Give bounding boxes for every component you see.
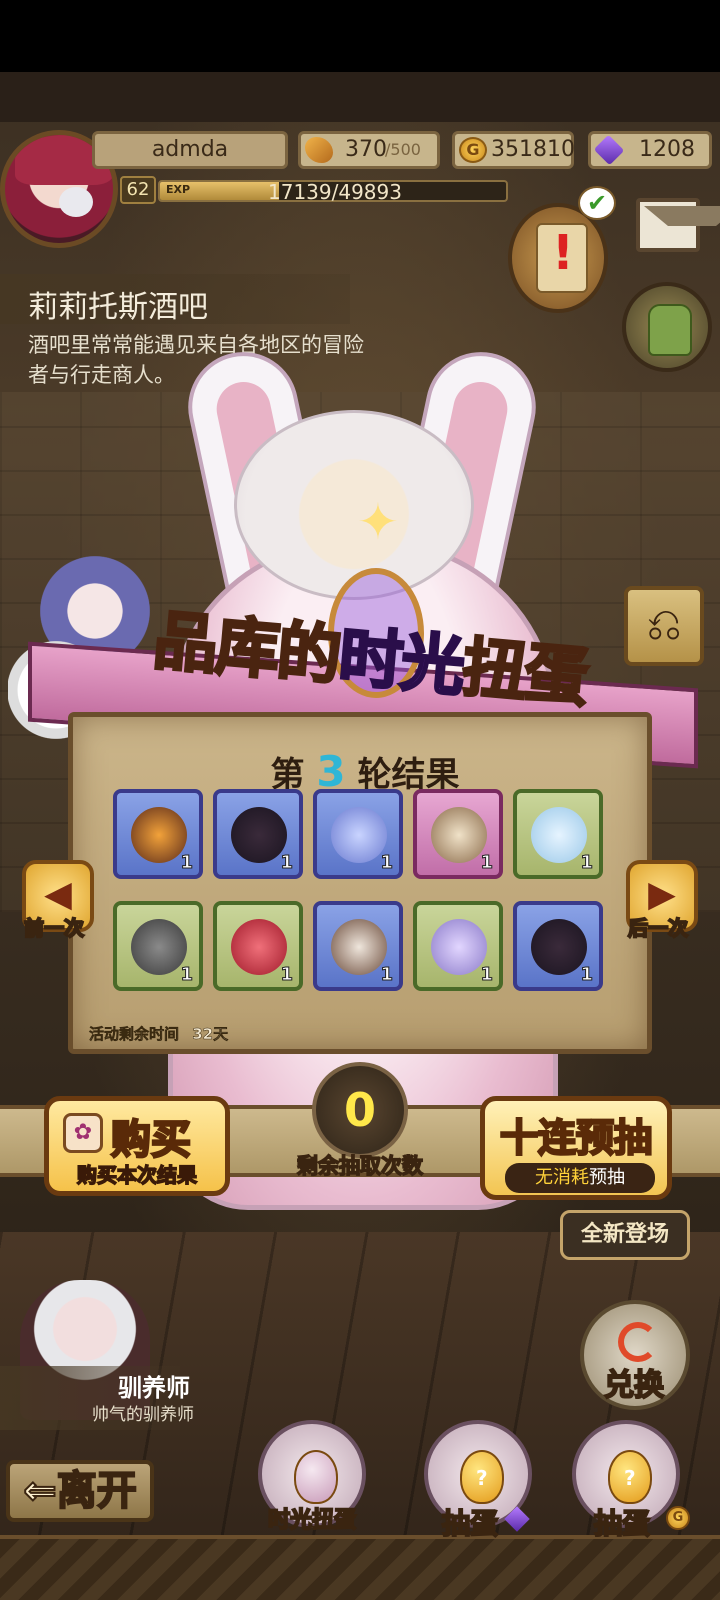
location-name: 莉莉托斯酒吧 (28, 290, 208, 325)
buy-sub-label: 购买本次结果 (76, 1162, 198, 1188)
item-quantity: 1 (280, 964, 293, 986)
mail-button[interactable] (636, 198, 720, 252)
exchange-icon (618, 1322, 658, 1362)
gold-coin-icon: G (666, 1506, 690, 1530)
stamina-resource[interactable]: 370 /500 (298, 131, 440, 169)
remaining-time: 活动剩余时间 32天 (89, 1023, 229, 1044)
return-button[interactable]: ⎌ (624, 586, 704, 666)
exclamation-icon: ! (552, 225, 574, 281)
ten-draw-label: 十连预抽 (499, 1115, 654, 1162)
lavender-crystal-icon (431, 919, 487, 975)
prev-label: 前一次 (23, 915, 85, 941)
time-gacha-label: 时光扭蛋 (267, 1507, 357, 1534)
gold-coin-icon: G (459, 137, 487, 163)
item-quantity: 1 (380, 964, 393, 986)
gold-resource[interactable]: G 351810 (452, 131, 575, 169)
question-icon: ? (476, 1466, 488, 1490)
item-quantity: 1 (380, 852, 393, 874)
result-item[interactable]: 1 (113, 901, 203, 991)
stamina-current: 370 (345, 137, 387, 162)
draw-count-label: 剩余抽取次数 (296, 1153, 424, 1179)
result-item[interactable]: 1 (113, 789, 203, 879)
iron-helmet-icon (131, 919, 187, 975)
backpack-button[interactable] (622, 282, 712, 372)
buy-label: 购买 (110, 1116, 193, 1165)
sparkle-icon: ✦ (357, 493, 399, 551)
item-quantity: 1 (480, 964, 493, 986)
item-quantity: 1 (580, 964, 593, 986)
exp-value: 17139/49893 (268, 180, 402, 204)
result-item[interactable]: 1 (313, 789, 403, 879)
ten-sub-highlight: 无消耗 (535, 1167, 589, 1188)
title-part3: 扭蛋 (458, 630, 591, 718)
ten-sub-rest: 预抽 (589, 1167, 625, 1188)
leave-button[interactable]: ⇐离开 (6, 1460, 154, 1522)
buy-button[interactable]: ✿ 购买 购买本次结果 (44, 1096, 230, 1196)
result-item[interactable]: 1 (213, 901, 303, 991)
bottom-strip (0, 1535, 720, 1600)
result-item[interactable]: 1 (513, 789, 603, 879)
result-item[interactable]: 1 (413, 901, 503, 991)
gold-amount: 351810 (491, 137, 575, 162)
flame-beast-icon (131, 807, 187, 863)
remaining-time-label: 活动剩余时间 (89, 1025, 180, 1044)
item-quantity: 1 (180, 852, 193, 874)
trainer-name: 驯养师 (118, 1374, 190, 1402)
bread-icon (305, 137, 333, 163)
time-gacha-icon (294, 1450, 338, 1504)
item-quantity: 1 (280, 852, 293, 874)
question-icon: ? (624, 1466, 636, 1490)
stamina-max: /500 (385, 140, 421, 159)
player-level: 62 (120, 176, 156, 204)
remaining-time-value: 32天 (192, 1025, 229, 1044)
player-name: admda (92, 131, 288, 169)
item-quantity: 1 (480, 852, 493, 874)
dark-wing-icon (531, 919, 587, 975)
draw-count: 0 (312, 1062, 408, 1158)
new-arrival-banner[interactable]: 全新登场 (560, 1210, 690, 1260)
exp-label: EXP (166, 183, 191, 196)
potion-flask-icon (531, 807, 587, 863)
trainer-description: 帅气的驯养师 (92, 1405, 194, 1425)
item-quantity: 1 (180, 964, 193, 986)
check-icon: ✔ (578, 186, 616, 220)
book-icon (331, 919, 387, 975)
title-part2: 时光 (334, 619, 467, 707)
backpack-icon (648, 304, 692, 356)
gem-resource[interactable]: 1208 (588, 131, 712, 169)
ten-draw-sub: 无消耗预抽 (505, 1163, 655, 1193)
gem-icon (593, 134, 625, 166)
exchange-label: 兑换 (603, 1367, 665, 1404)
item-quantity: 1 (580, 852, 593, 874)
result-item[interactable]: 1 (213, 789, 303, 879)
dark-wing-icon (231, 807, 287, 863)
clock-icon: ✿ (63, 1113, 103, 1153)
result-item[interactable]: 1 (413, 789, 503, 879)
ten-draw-button[interactable]: 十连预抽 无消耗预抽 (480, 1096, 672, 1200)
title-part1: 品库的 (149, 603, 344, 696)
results-board: 第 3 轮结果 1111111111 活动剩余时间 32天 (68, 712, 652, 1054)
ceiling-beam (0, 72, 720, 122)
result-item[interactable]: 1 (313, 901, 403, 991)
result-item[interactable]: 1 (513, 901, 603, 991)
avatar-eyepatch (59, 187, 93, 217)
red-egg-icon (231, 919, 287, 975)
gem-amount: 1208 (639, 137, 695, 162)
crystal-stone-icon (331, 807, 387, 863)
next-label: 后一次 (627, 915, 689, 941)
striped-egg-icon (431, 807, 487, 863)
sheep-mascot: ✦ (234, 410, 474, 600)
